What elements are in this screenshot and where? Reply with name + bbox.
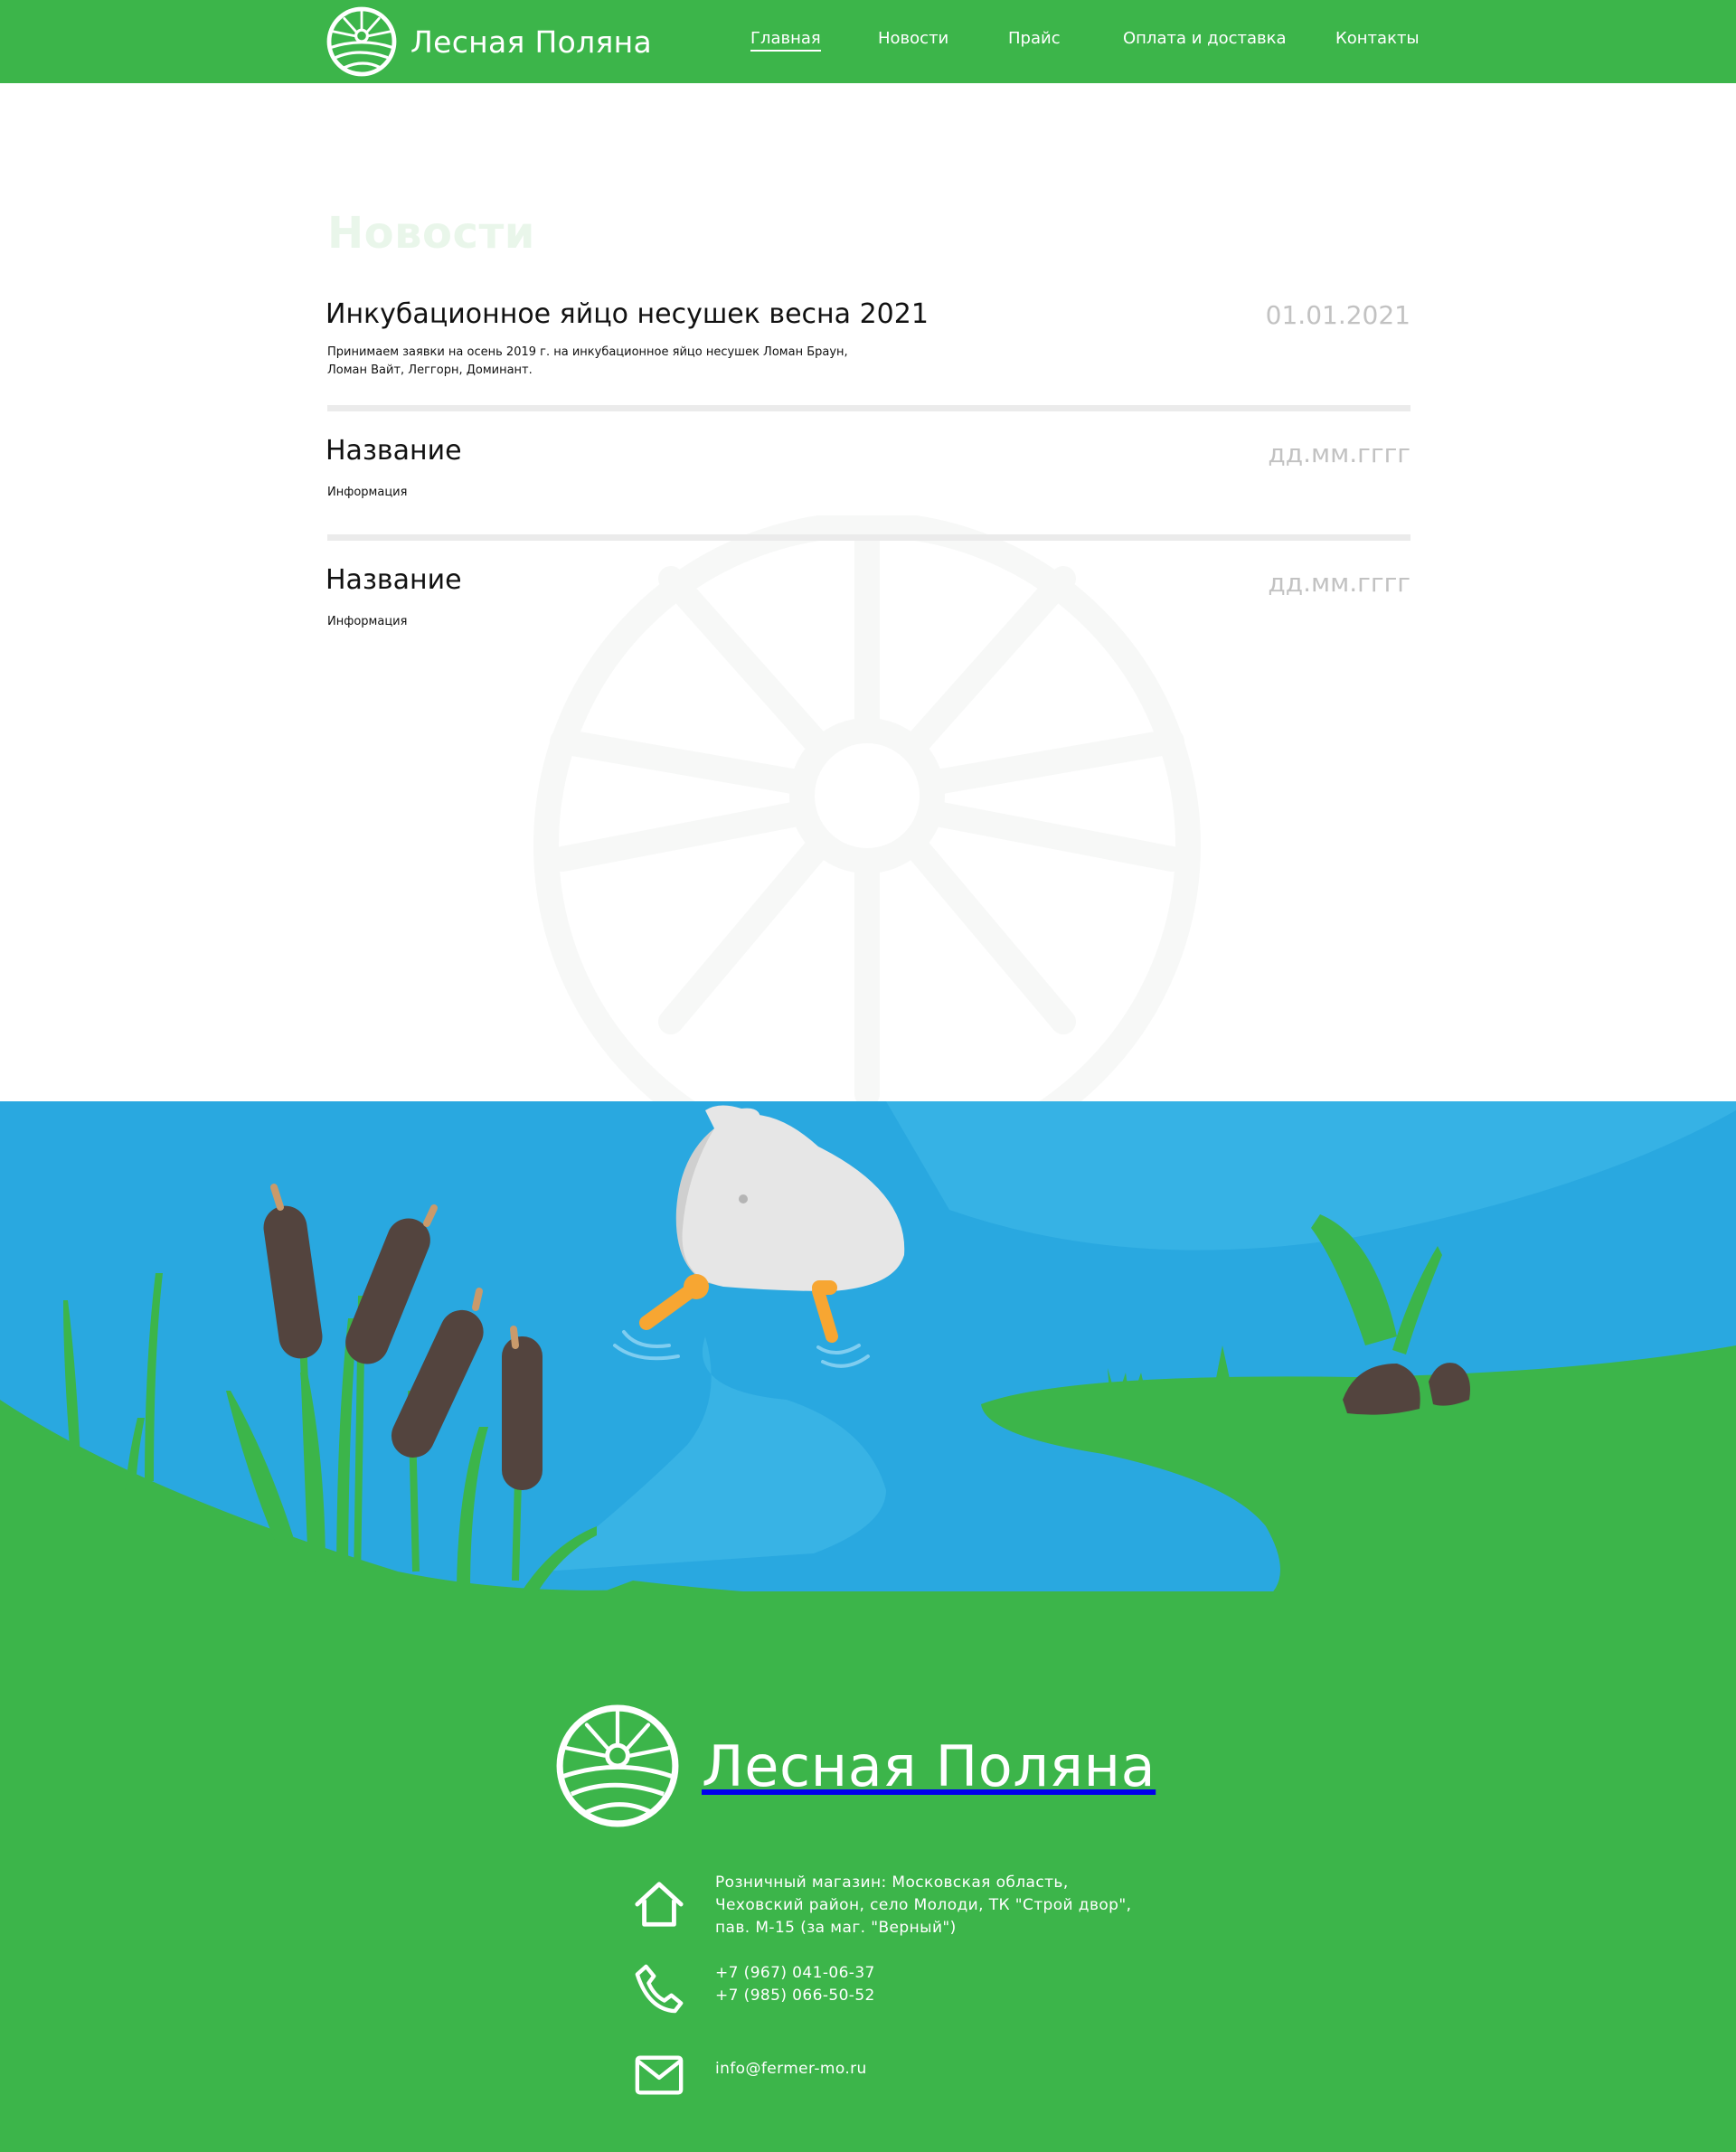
- news-item[interactable]: Инкубационное яйцо несушек весна 2021 01…: [326, 289, 1410, 411]
- news-item[interactable]: Название дд.мм.гггг Информация: [326, 541, 1410, 656]
- news-text-line: Ломан Вайт, Леггорн, Доминант.: [327, 363, 533, 377]
- phone-number[interactable]: +7 (985) 066-50-52: [715, 1985, 875, 2007]
- contact-address: Розничный магазин: Московская область, Ч…: [633, 1874, 1131, 1937]
- envelope-icon: [635, 2055, 684, 2095]
- news-date: 01.01.2021: [1265, 300, 1410, 330]
- news-title[interactable]: Название: [326, 564, 462, 596]
- footer-logo[interactable]: Лесная Поляна: [553, 1702, 1156, 1830]
- address-line: пав. М-15 (за маг. "Верный"): [715, 1919, 957, 1937]
- pond-illustration: [0, 1101, 1736, 1608]
- news-title[interactable]: Название: [326, 435, 462, 467]
- site-header: Лесная Поляна Главная Новости Прайс Опла…: [0, 0, 1736, 83]
- nav-item-home[interactable]: Главная: [750, 29, 821, 52]
- nav-item-payment-delivery[interactable]: Оплата и доставка: [1123, 29, 1287, 48]
- news-item[interactable]: Название дд.мм.гггг Информация: [326, 411, 1410, 541]
- phone-number[interactable]: +7 (967) 041-06-37: [715, 1962, 875, 1985]
- nav-item-contacts[interactable]: Контакты: [1335, 29, 1420, 48]
- news-text-line: Информация: [327, 486, 408, 499]
- news-date: дд.мм.гггг: [1268, 568, 1410, 598]
- site-footer: Лесная Поляна Розничный магазин: Московс…: [0, 1591, 1736, 2152]
- email-link[interactable]: info@fermer-mo.ru: [715, 2058, 867, 2081]
- news-text: Информация: [327, 613, 870, 631]
- news-text: Информация: [327, 484, 870, 502]
- nav-item-news[interactable]: Новости: [878, 29, 948, 48]
- phone-icon: [635, 1964, 684, 2014]
- address-text: Розничный магазин: Московская область, Ч…: [715, 1872, 1131, 1940]
- footer-logo-text: Лесная Поляна: [702, 1732, 1156, 1799]
- contact-phone: +7 (967) 041-06-37 +7 (985) 066-50-52: [633, 1962, 874, 2015]
- news-text: Принимаем заявки на осень 2019 г. на инк…: [327, 344, 870, 380]
- contact-email: info@fermer-mo.ru: [633, 2053, 866, 2098]
- nav-item-price[interactable]: Прайс: [1008, 29, 1061, 48]
- main-nav: Главная Новости Прайс Оплата и доставка …: [0, 29, 1736, 56]
- house-icon: [635, 1882, 684, 1927]
- phone-text: +7 (967) 041-06-37 +7 (985) 066-50-52: [715, 1962, 875, 2007]
- news-text-line: Информация: [327, 615, 408, 628]
- news-list: Инкубационное яйцо несушек весна 2021 01…: [326, 289, 1410, 656]
- news-date: дд.мм.гггг: [1268, 439, 1410, 468]
- address-line: Розничный магазин: Московская область,: [715, 1874, 1069, 1892]
- address-line: Чеховский район, село Молоди, ТК "Строй …: [715, 1896, 1132, 1914]
- news-title[interactable]: Инкубационное яйцо несушек весна 2021: [326, 298, 929, 330]
- sun-over-field-icon: [556, 1704, 679, 1827]
- page-title: Новости: [327, 208, 535, 259]
- news-text-line: Принимаем заявки на осень 2019 г. на инк…: [327, 345, 848, 359]
